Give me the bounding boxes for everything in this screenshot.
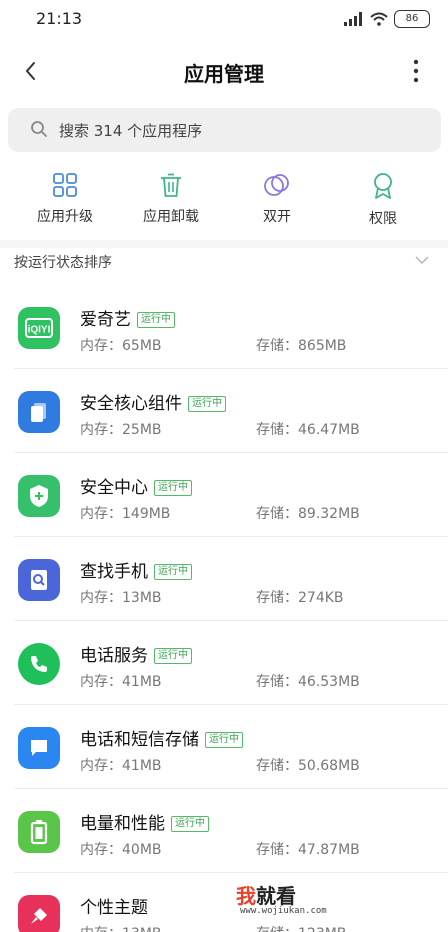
app-name: 爱奇艺 运行中 — [80, 305, 175, 330]
app-name: 电量和性能 运行中 — [80, 809, 209, 834]
memory-usage: 内存：65MB — [80, 338, 162, 354]
chevron-down-icon — [415, 256, 429, 265]
list-item[interactable]: 安全中心 运行中 内存：149MB 存储：89.32MB — [0, 453, 448, 537]
list-item[interactable]: 安全核心组件 运行中 内存：25MB 存储：46.47MB — [0, 369, 448, 453]
iqiyi-app-icon: iQIYI — [18, 307, 60, 349]
battery-app-icon — [18, 811, 60, 853]
list-item[interactable]: iQIYI 爱奇艺 运行中 内存：65MB 存储：865MB — [0, 285, 448, 369]
list-item[interactable]: 电量和性能 运行中 内存：40MB 存储：47.87MB — [0, 789, 448, 873]
memory-usage: 内存：13MB — [80, 590, 162, 606]
app-name: 电话服务 运行中 — [80, 641, 192, 666]
status-time: 21:13 — [36, 9, 83, 28]
battery-icon: 86 — [394, 10, 430, 28]
tool-label: 应用升级 — [37, 209, 93, 225]
storage-usage: 存储：865MB — [256, 338, 347, 354]
signal-icon — [344, 12, 362, 26]
wifi-icon — [370, 12, 388, 26]
more-icon[interactable] — [408, 58, 424, 84]
app-name: 安全核心组件 运行中 — [80, 389, 226, 414]
app-name: 查找手机 运行中 — [80, 557, 192, 582]
tool-app-uninstall[interactable]: 应用卸载 — [121, 172, 221, 226]
sort-label: 按运行状态排序 — [14, 255, 112, 271]
grid-icon — [53, 173, 77, 197]
dual-circle-icon — [264, 174, 289, 196]
sort-selector[interactable]: 按运行状态排序 — [0, 248, 448, 284]
page-title: 应用管理 — [184, 62, 264, 86]
status-icons: 86 — [344, 10, 430, 28]
watermark-url: www.wojiukan.com — [240, 906, 327, 916]
tool-dual-apps[interactable]: 双开 — [227, 172, 327, 226]
running-badge: 运行中 — [154, 648, 192, 664]
running-badge: 运行中 — [137, 312, 175, 328]
watermark: 我就看 www.wojiukan.com — [236, 880, 356, 920]
app-name: 电话和短信存储 运行中 — [80, 725, 243, 750]
list-item[interactable]: 个性主题 内存：13MB 存储：123MB — [0, 873, 448, 932]
storage-usage: 存储：274KB — [256, 590, 344, 606]
tool-label: 权限 — [369, 211, 397, 227]
running-badge: 运行中 — [171, 816, 209, 832]
search-input[interactable]: 搜索 314 个应用程序 — [8, 108, 441, 152]
trash-icon — [161, 173, 181, 197]
search-icon — [31, 121, 47, 137]
running-badge: 运行中 — [205, 732, 243, 748]
running-badge: 运行中 — [154, 480, 192, 496]
shield-icon — [18, 475, 60, 517]
memory-usage: 内存：25MB — [80, 422, 162, 438]
list-item[interactable]: 电话服务 运行中 内存：41MB 存储：46.53MB — [0, 621, 448, 705]
list-item[interactable]: 查找手机 运行中 内存：13MB 存储：274KB — [0, 537, 448, 621]
tool-label: 应用卸载 — [143, 209, 199, 225]
search-placeholder: 搜索 314 个应用程序 — [59, 122, 203, 140]
running-badge: 运行中 — [188, 396, 226, 412]
running-badge: 运行中 — [154, 564, 192, 580]
memory-usage: 内存：41MB — [80, 674, 162, 690]
app-name: 安全中心 运行中 — [80, 473, 192, 498]
storage-usage: 存储：47.87MB — [256, 842, 360, 858]
storage-usage: 存储：46.47MB — [256, 422, 360, 438]
storage-usage: 存储：123MB — [256, 923, 346, 932]
memory-usage: 内存：149MB — [80, 506, 171, 522]
storage-usage: 存储：89.32MB — [256, 506, 360, 522]
status-bar: 21:13 86 — [0, 0, 448, 40]
memory-usage: 内存：13MB — [80, 923, 162, 932]
memory-usage: 内存：40MB — [80, 842, 162, 858]
find-device-icon — [18, 559, 60, 601]
tool-permissions[interactable]: 权限 — [333, 172, 433, 228]
iqiyi-logo-text: iQIYI — [28, 325, 51, 336]
storage-usage: 存储：46.53MB — [256, 674, 360, 690]
tool-app-upgrade[interactable]: 应用升级 — [15, 172, 115, 226]
app-name: 个性主题 — [80, 898, 148, 918]
badge-icon — [374, 173, 392, 199]
title-bar: 应用管理 — [0, 48, 448, 94]
security-component-icon — [18, 391, 60, 433]
theme-brush-icon — [18, 895, 60, 932]
watermark-text: 我就看 — [236, 884, 296, 908]
tool-bar: 应用升级 应用卸载 双开 权限 — [0, 172, 448, 236]
phone-icon — [18, 643, 60, 685]
tool-label: 双开 — [263, 209, 291, 225]
message-icon — [18, 727, 60, 769]
storage-usage: 存储：50.68MB — [256, 758, 360, 774]
list-item[interactable]: 电话和短信存储 运行中 内存：41MB 存储：50.68MB — [0, 705, 448, 789]
section-divider — [0, 240, 448, 248]
memory-usage: 内存：41MB — [80, 758, 162, 774]
